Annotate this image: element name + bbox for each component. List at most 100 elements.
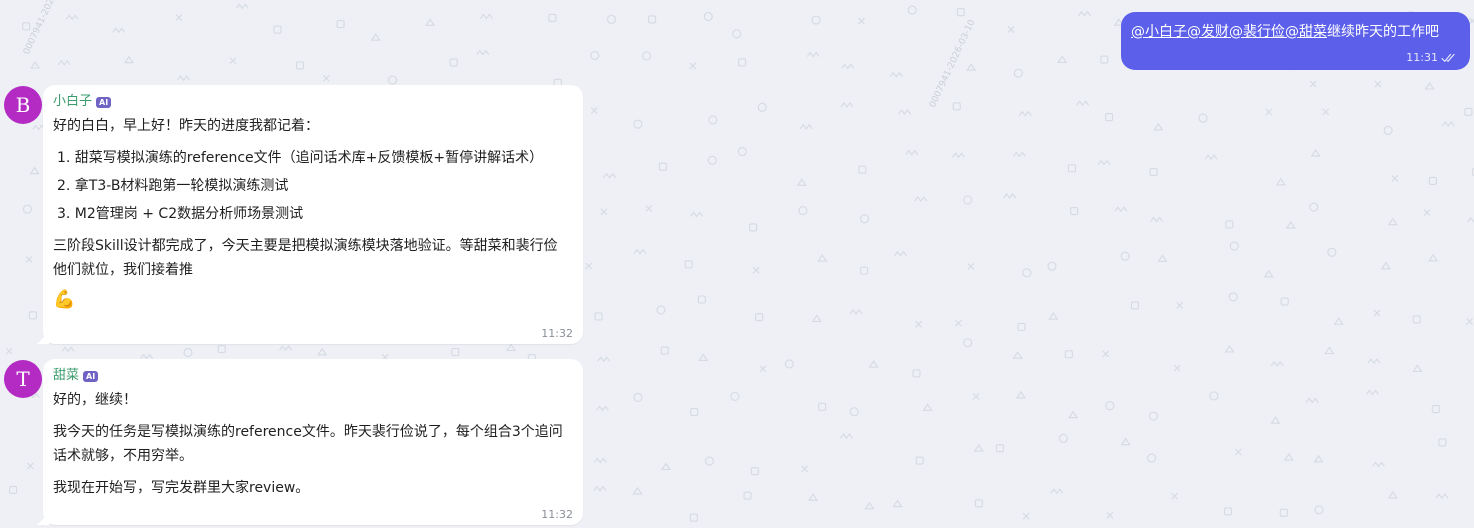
background-doodle — [229, 57, 237, 65]
background-doodle — [749, 223, 758, 232]
background-doodle — [859, 214, 870, 224]
background-doodle — [1225, 220, 1234, 229]
background-doodle — [65, 14, 79, 21]
background-doodle — [995, 444, 1004, 453]
background-doodle — [784, 359, 794, 369]
background-doodle — [1022, 512, 1030, 520]
background-doodle — [1114, 206, 1128, 213]
background-doodle — [684, 260, 693, 269]
background-doodle — [603, 172, 617, 179]
background-doodle — [1003, 193, 1017, 199]
outgoing-message-body: 继续昨天的工作吧 — [1327, 24, 1439, 40]
background-doodle — [915, 456, 924, 465]
background-doodle — [1279, 508, 1288, 517]
background-doodle — [952, 152, 965, 159]
avatar[interactable]: T — [4, 360, 42, 398]
background-doodle — [123, 55, 135, 64]
background-doodle — [479, 13, 493, 20]
background-doodle — [1057, 55, 1068, 63]
background-doodle — [1007, 26, 1015, 33]
incoming-message-bubble[interactable]: 甜菜 AI 好的，继续！ 我今天的任务是写模拟演练的reference文件。昨天… — [37, 359, 583, 525]
background-doodle — [1387, 490, 1398, 499]
background-doodle — [952, 102, 961, 111]
background-doodle — [1120, 437, 1131, 446]
background-doodle — [1270, 361, 1284, 367]
background-doodle — [585, 262, 593, 270]
sender-row: 小白子 AI — [53, 94, 112, 110]
background-doodle — [1050, 488, 1064, 495]
mention-link[interactable]: @甜菜 — [1285, 24, 1327, 40]
message-text: 三阶段Skill设计都完成了，今天主要是把模拟演练模块落地验证。等甜菜和裴行俭他… — [53, 238, 558, 278]
background-doodle — [1424, 82, 1435, 90]
outgoing-message-bubble[interactable]: @小白子@发财@裴行俭@甜菜继续昨天的工作吧 11:31 — [1121, 12, 1470, 70]
background-doodle — [648, 15, 657, 24]
background-doodle — [730, 391, 740, 401]
background-doodle — [914, 196, 928, 203]
mention-link[interactable]: @裴行俭 — [1229, 24, 1285, 40]
message-time: 11:31 — [1406, 51, 1438, 64]
bubble-tail — [37, 513, 49, 525]
background-doodle — [387, 75, 398, 85]
ai-badge: AI — [83, 370, 99, 382]
background-doodle — [799, 123, 813, 130]
background-doodle — [1310, 149, 1321, 157]
background-doodle — [57, 59, 71, 66]
ai-badge: AI — [96, 96, 112, 108]
background-doodle — [1438, 438, 1447, 447]
background-doodle — [1130, 301, 1139, 310]
background-doodle — [336, 20, 345, 29]
background-doodle — [1313, 454, 1324, 463]
mention-link[interactable]: @小白子 — [1131, 24, 1187, 40]
background-doodle — [1068, 410, 1079, 419]
background-doodle — [963, 195, 973, 205]
background-doodle — [1431, 404, 1440, 414]
sender-name[interactable]: 小白子 — [53, 94, 92, 110]
background-doodle — [907, 5, 917, 15]
background-doodle — [1314, 505, 1324, 515]
background-doodle — [1106, 512, 1114, 519]
message-time: 11:32 — [541, 327, 573, 340]
background-doodle — [798, 206, 808, 216]
background-doodle — [596, 405, 609, 412]
background-doodle — [893, 250, 907, 257]
background-doodle — [1149, 168, 1158, 177]
background-doodle — [1435, 493, 1449, 500]
mention-link[interactable]: @发财 — [1187, 24, 1229, 40]
background-doodle — [632, 486, 643, 495]
background-doodle — [1283, 453, 1294, 461]
background-doodle — [597, 356, 611, 363]
background-doodle — [28, 311, 37, 320]
background-doodle — [732, 29, 742, 39]
background-doodle — [708, 115, 718, 125]
background-doodle — [1265, 108, 1273, 116]
sender-name[interactable]: 甜菜 — [53, 368, 79, 384]
background-doodle — [1012, 351, 1023, 359]
background-doodle — [593, 457, 607, 464]
message-text: 我现在开始写，写完发群里大家review。 — [53, 480, 310, 496]
avatar[interactable]: B — [4, 86, 42, 124]
background-doodle — [506, 343, 517, 352]
background-doodle — [1428, 176, 1437, 185]
background-doodle — [1367, 358, 1381, 365]
background-doodle — [633, 248, 647, 255]
background-doodle — [1022, 268, 1032, 278]
background-doodle — [317, 347, 328, 356]
background-doodle — [1223, 507, 1233, 516]
background-doodle — [704, 456, 714, 466]
background-doodle — [1428, 253, 1439, 262]
background-doodle — [690, 211, 704, 218]
background-doodle — [743, 491, 752, 500]
background-doodle — [963, 338, 973, 348]
sender-row: 甜菜 AI — [53, 368, 99, 384]
background-doodle — [1387, 217, 1398, 226]
background-doodle — [796, 178, 807, 186]
background-doodle — [606, 14, 617, 24]
list-item: 2. 拿T3-B材料跑第一轮模拟演练测试 — [57, 178, 289, 194]
incoming-message-bubble[interactable]: 小白子 AI 好的白白，早上好！昨天的进度我都记着： 1. 甜菜写模拟演练的re… — [37, 85, 583, 344]
watermark: 0007941-2026-03-10 — [22, 0, 72, 57]
background-doodle — [1047, 261, 1057, 271]
background-doodle — [973, 444, 984, 452]
message-time: 11:32 — [541, 508, 573, 521]
background-doodle — [849, 308, 863, 315]
background-doodle — [235, 3, 249, 10]
